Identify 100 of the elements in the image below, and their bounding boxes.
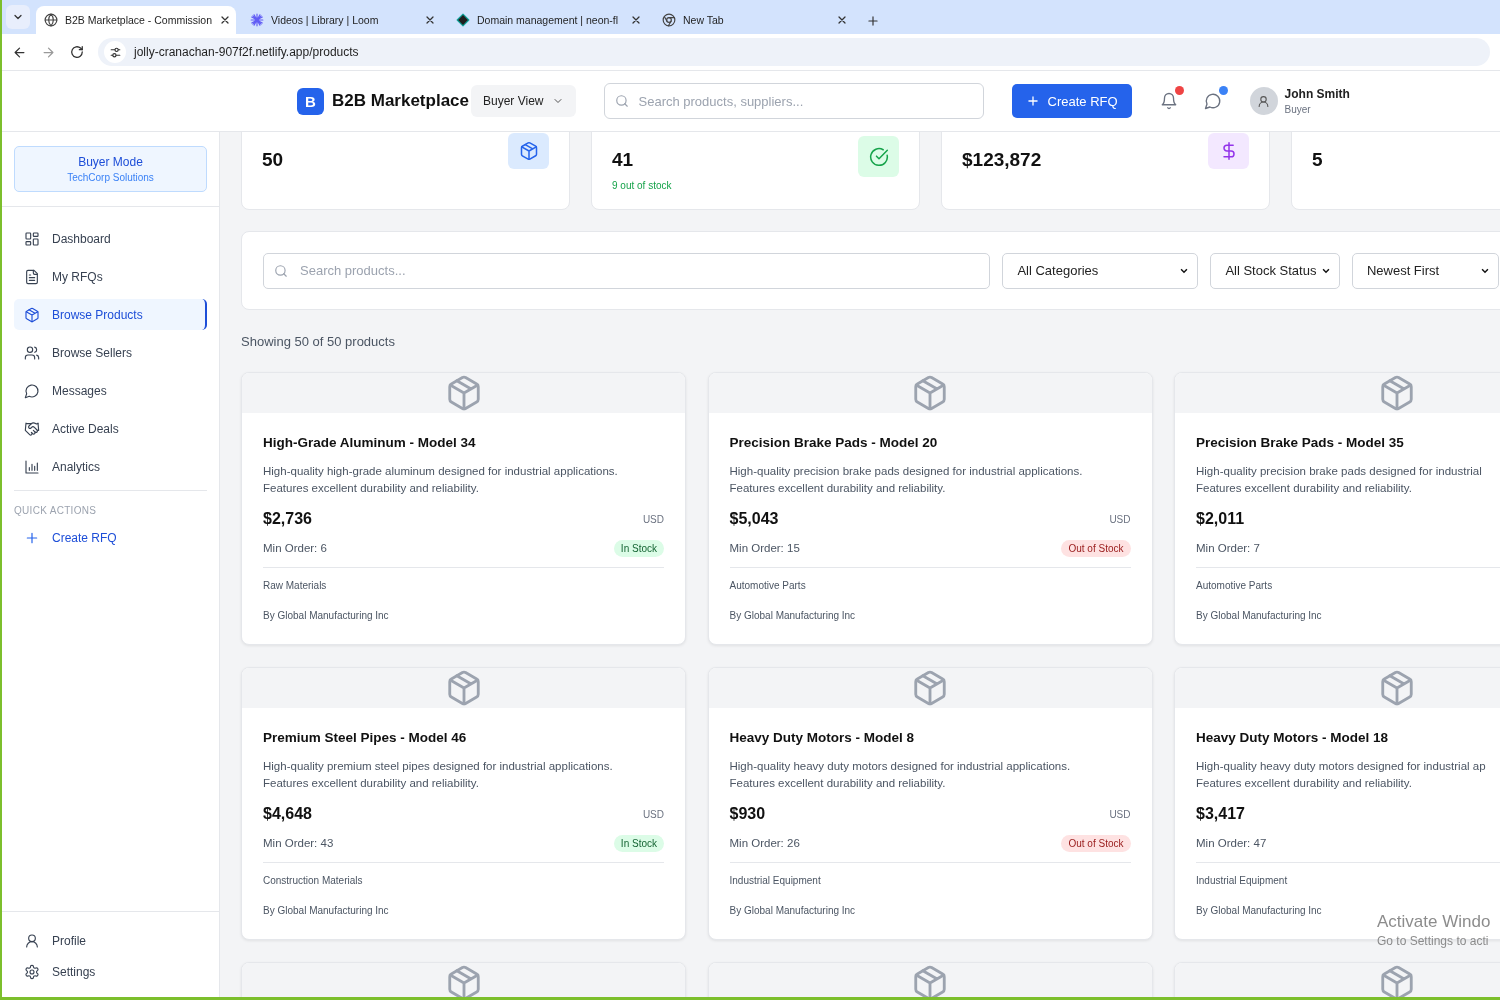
product-category: Industrial Equipment <box>1196 875 1289 886</box>
product-card[interactable] <box>1174 372 1500 645</box>
product-category: Automotive Parts <box>729 580 807 591</box>
product-description: Features excellent durability and reliability. <box>1196 481 1413 496</box>
chat-bubble-icon[interactable] <box>1203 92 1222 110</box>
seller-name: By Global Manufacturing Inc <box>1196 610 1323 621</box>
nav-item[interactable]: Profile <box>14 925 207 956</box>
company-name: TechCorp Solutions <box>67 172 154 183</box>
mode-card[interactable]: Buyer Mode TechCorp Solutions <box>14 146 207 192</box>
starburst-icon <box>250 13 264 27</box>
grid-icon <box>24 230 40 247</box>
currency-label: USD <box>1109 808 1131 820</box>
browser-tab[interactable]: New Tab <box>654 6 854 34</box>
product-description: High-quality precision brake pads designed for industrial applications. <box>729 464 1084 479</box>
result-count: Showing 50 of 50 products <box>241 334 396 349</box>
close-icon[interactable] <box>630 14 642 26</box>
search-icon <box>614 94 629 108</box>
filter-select[interactable]: Newest First <box>1351 252 1499 289</box>
close-icon[interactable] <box>836 14 848 26</box>
product-description: High-quality heavy duty motors designed for industrial ap <box>1196 759 1487 774</box>
stat-value: 50 <box>262 149 284 171</box>
product-description: Features excellent durability and reliability. <box>263 481 480 496</box>
stat-note: 9 out of stock <box>612 180 672 191</box>
logo-badge: B <box>297 87 324 115</box>
browser-tab[interactable]: B2B Marketplace - Commission <box>36 6 236 34</box>
nav-item[interactable]: Browse Products <box>14 299 207 330</box>
stat-value: $123,872 <box>962 149 1042 171</box>
box-icon <box>911 669 949 707</box>
seller-name: By Global Manufacturing Inc <box>729 610 857 621</box>
product-description: Features excellent durability and reliability. <box>1196 776 1413 791</box>
back-arrow-icon[interactable] <box>12 44 27 60</box>
product-card[interactable] <box>707 667 1153 940</box>
product-title: Precision Brake Pads - Model 35 <box>1196 435 1405 450</box>
browser-tab[interactable]: Domain management | neon-fl <box>448 6 648 34</box>
browser-tab[interactable]: Videos | Library | Loom <box>242 6 442 34</box>
stat-value: 5 <box>1312 149 1323 171</box>
product-title: Premium Steel Pipes - Model 46 <box>263 730 468 745</box>
stat-value: 41 <box>612 149 635 171</box>
sliders-icon <box>108 45 122 59</box>
min-order: Min Order: 7 <box>1196 542 1260 554</box>
bell-icon[interactable] <box>1159 92 1178 110</box>
nav-item[interactable]: Browse Sellers <box>14 337 207 368</box>
tab-list-button[interactable] <box>6 5 30 29</box>
activation-notice-text: Go to Settings to acti <box>1377 934 1490 948</box>
filter-select[interactable]: All Stock Status <box>1210 252 1340 289</box>
person-icon <box>1257 94 1271 108</box>
product-card[interactable] <box>241 667 686 940</box>
nav-item[interactable]: Analytics <box>14 451 207 482</box>
box-icon <box>518 141 539 161</box>
nav-item[interactable]: Messages <box>14 375 207 406</box>
product-price: $3,417 <box>1196 805 1245 823</box>
document-icon <box>24 268 40 285</box>
app-title: B2B Marketplace <box>332 91 469 111</box>
nav-item[interactable]: Settings <box>14 956 207 987</box>
forward-arrow-icon[interactable] <box>41 44 56 60</box>
box-icon <box>24 306 40 323</box>
create-rfq-button[interactable]: Create RFQ <box>1011 84 1132 118</box>
min-order: Min Order: 6 <box>263 542 327 554</box>
close-icon[interactable] <box>424 14 436 26</box>
product-title: Precision Brake Pads - Model 20 <box>729 435 939 450</box>
product-price: $930 <box>729 805 766 823</box>
box-icon <box>911 964 949 997</box>
product-category: Automotive Parts <box>1196 580 1274 591</box>
product-price: $2,011 <box>1196 510 1245 528</box>
quick-action-link[interactable]: Create RFQ <box>14 522 207 553</box>
seller-name: By Global Manufacturing Inc <box>729 905 857 916</box>
reload-icon[interactable] <box>70 45 84 59</box>
section-heading: QUICK ACTIONS <box>14 505 98 516</box>
product-title: Heavy Duty Motors - Model 18 <box>1196 730 1390 745</box>
user-name: John Smith <box>1284 87 1350 101</box>
stock-badge: Out of Stock <box>1061 834 1131 852</box>
address-bar[interactable]: jolly-cranachan-907f2f.netlify.app/products <box>98 38 1490 66</box>
avatar[interactable] <box>1249 87 1278 115</box>
person-icon <box>24 932 40 949</box>
nav-item[interactable]: Active Deals <box>14 413 207 444</box>
user-role: Buyer <box>1284 104 1312 115</box>
product-category: Raw Materials <box>263 580 328 591</box>
product-description: Features excellent durability and reliability. <box>729 776 947 791</box>
mode-title: Buyer Mode <box>78 155 143 169</box>
seller-name: By Global Manufacturing Inc <box>1196 905 1323 916</box>
diamond-icon <box>456 13 470 27</box>
nav-item[interactable]: My RFQs <box>14 261 207 292</box>
currency-label: USD <box>642 808 664 820</box>
handshake-icon <box>24 420 40 437</box>
stock-badge: In Stock <box>613 539 664 557</box>
product-description: High-quality heavy duty motors designed for industrial applications. <box>729 759 1072 774</box>
nav-item[interactable]: Dashboard <box>14 223 207 254</box>
product-card[interactable] <box>707 372 1153 645</box>
search-icon <box>274 263 288 278</box>
product-description: High-quality high-grade aluminum designed for industrial applications. <box>263 464 619 479</box>
stock-badge: In Stock <box>613 834 664 852</box>
new-tab-icon[interactable] <box>866 14 880 28</box>
view-select[interactable]: Buyer View <box>471 85 576 117</box>
filter-select[interactable]: All Categories <box>1002 252 1199 289</box>
product-card[interactable] <box>241 372 686 645</box>
product-title: Heavy Duty Motors - Model 8 <box>729 730 916 745</box>
seller-name: By Global Manufacturing Inc <box>263 905 390 916</box>
seller-name: By Global Manufacturing Inc <box>263 610 390 621</box>
product-description: High-quality premium steel pipes designed for industrial applications. <box>263 759 614 774</box>
activation-notice-title: Activate Windo <box>1377 912 1491 932</box>
